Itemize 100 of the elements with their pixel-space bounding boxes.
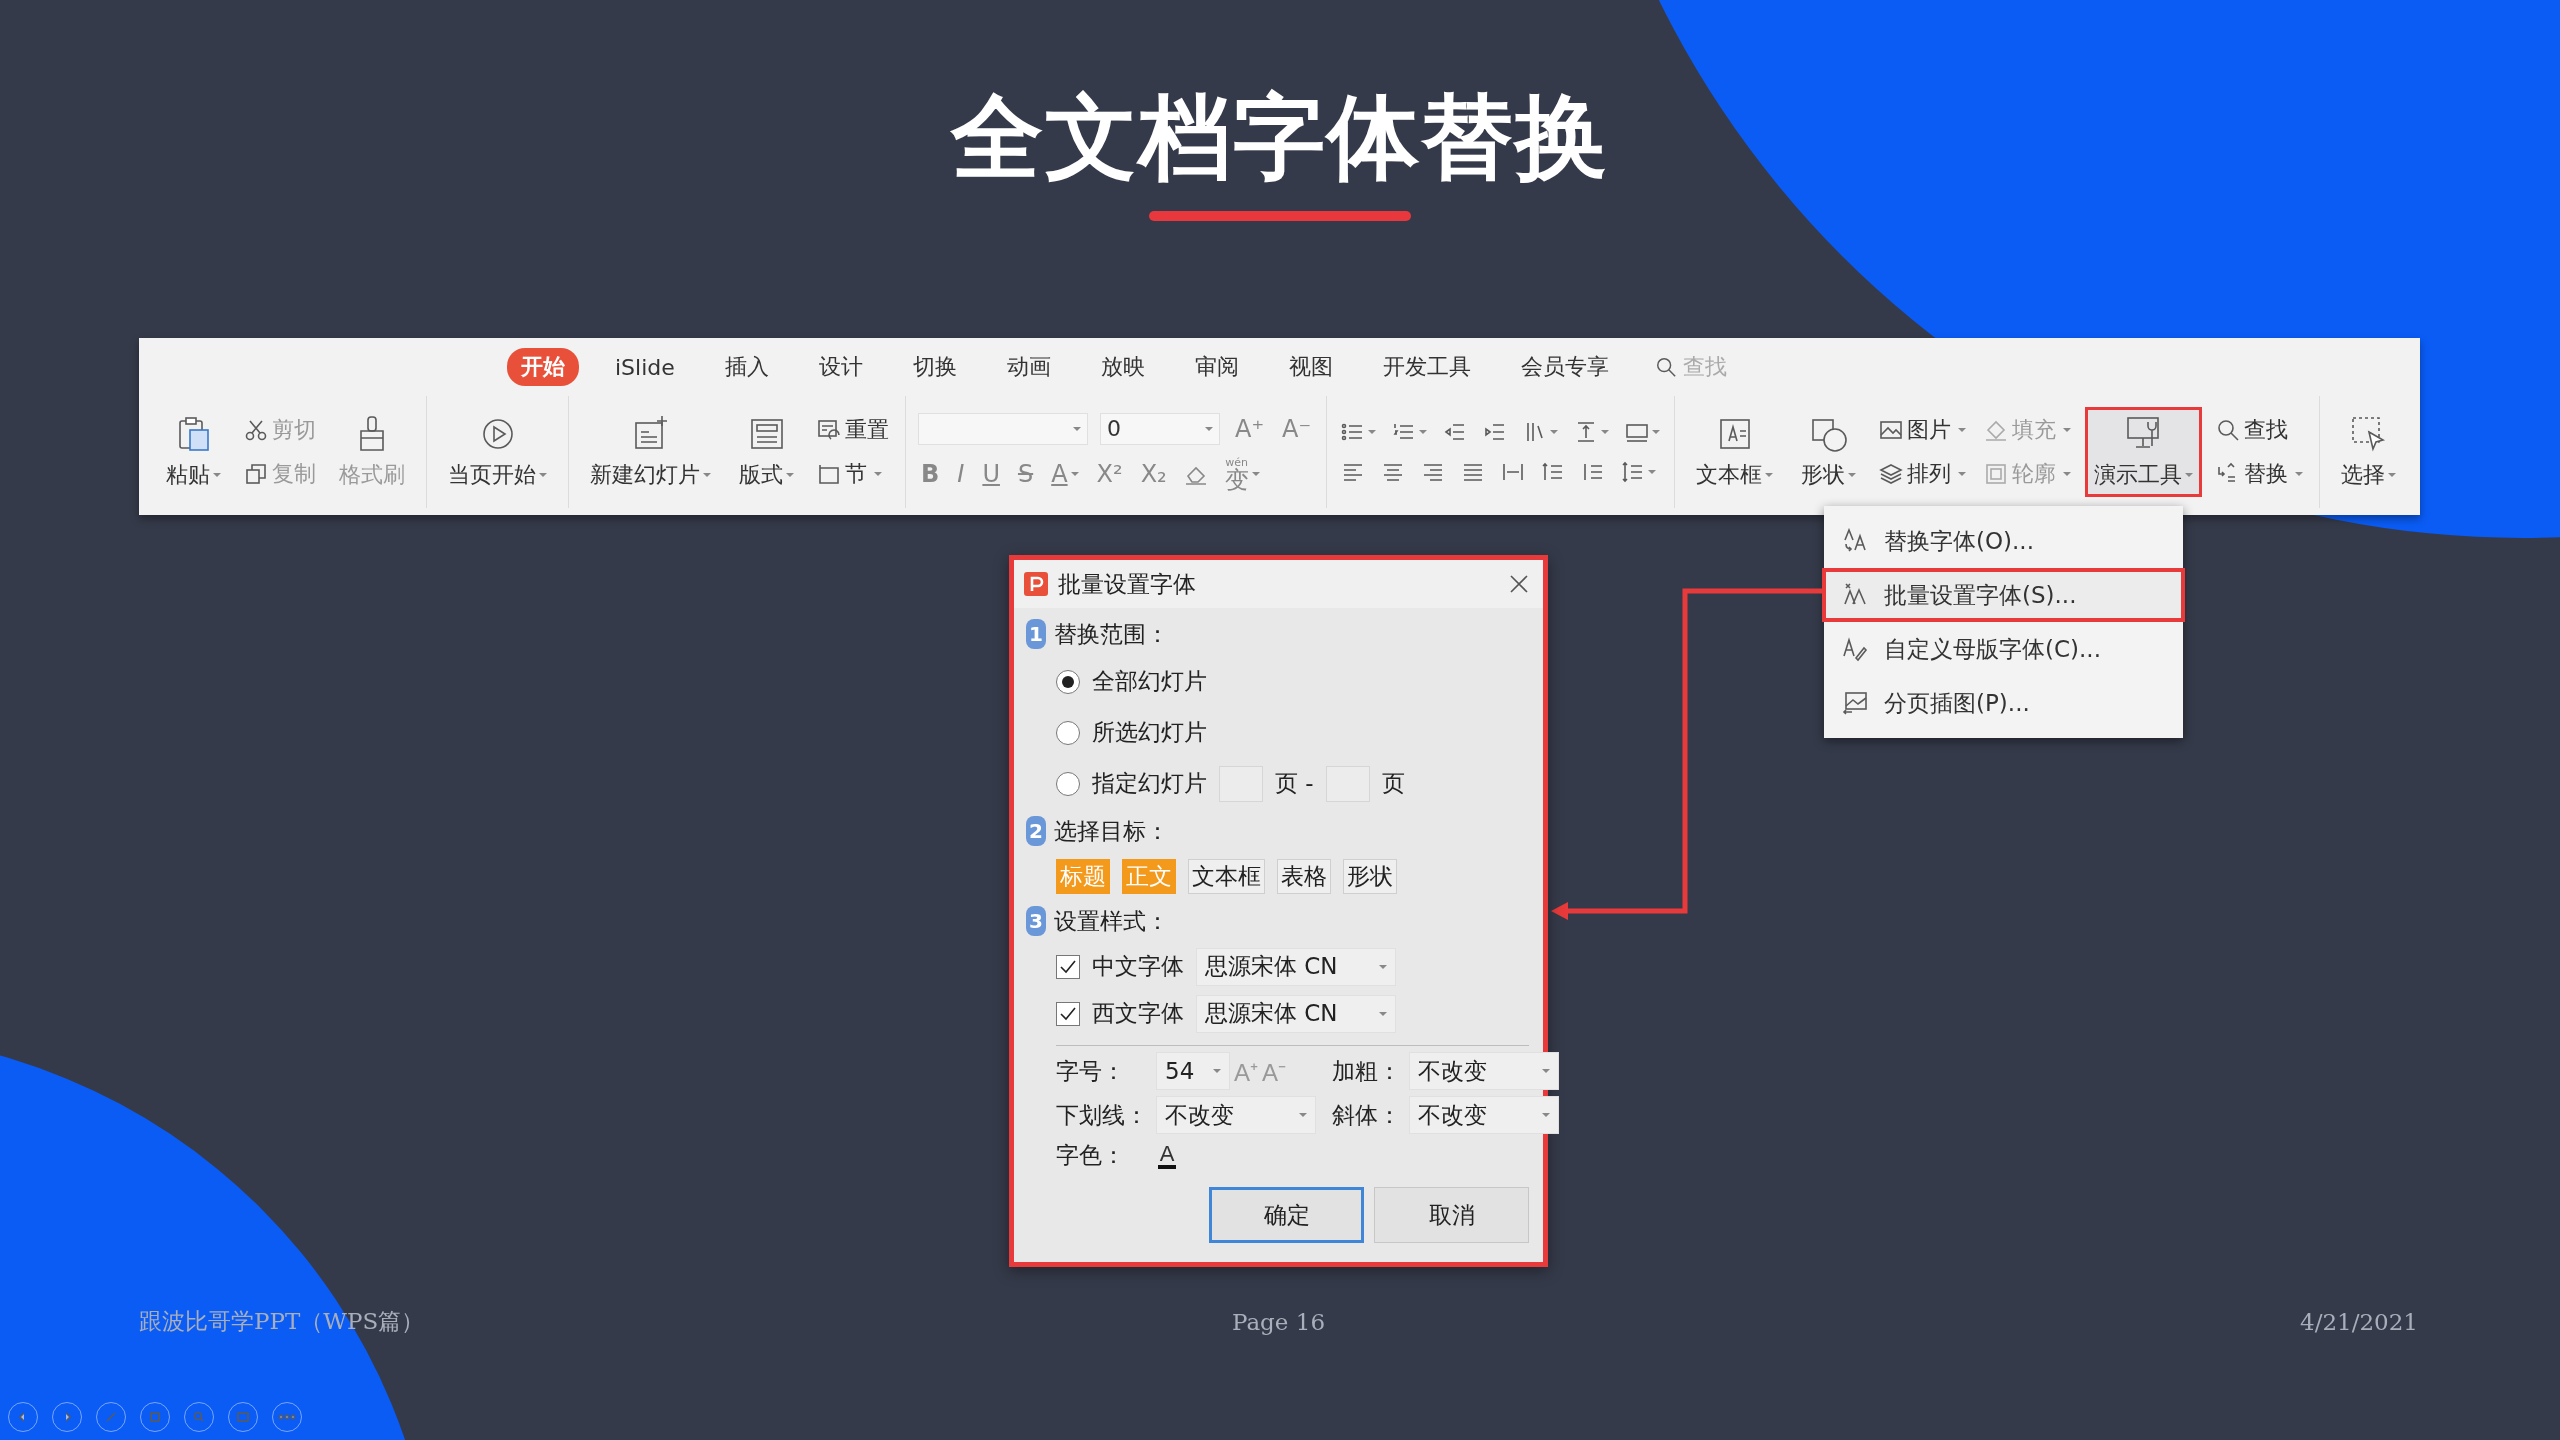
target-toggle[interactable]: 形状 [1343,858,1397,894]
font-pen-icon [1842,636,1868,662]
caret-icon [1299,1112,1307,1118]
paint-bucket-icon [1984,418,2009,442]
font-color-button[interactable]: A [1156,1142,1178,1169]
section-label: 设置样式： [1054,906,1169,936]
toolbar-button[interactable]: 演示工具 [2085,407,2203,497]
toolbar-button[interactable]: 形状 [1792,407,1866,497]
cancel-button[interactable]: 取消 [1374,1187,1529,1243]
ribbon-tab[interactable]: 开发工具 [1368,348,1485,386]
ribbon-tab[interactable]: 视图 [1274,348,1347,386]
caret-icon [1368,429,1377,435]
toolbar-button[interactable]: 新建幻灯片 [581,407,720,497]
menu-item[interactable]: 替换字体(O)... [1822,514,2185,568]
target-toggle[interactable]: 文本框 [1188,858,1265,894]
slides-icon [147,1409,163,1425]
ribbon-tab[interactable]: 放映 [1086,348,1159,386]
unit-label: 页 [1381,769,1405,798]
toolbar-button[interactable]: 图片 [1875,415,1971,445]
caret-icon [1213,1068,1221,1074]
picture-icon [1879,418,1904,442]
ribbon-tab[interactable]: 会员专享 [1506,348,1623,386]
scissors-icon [244,418,268,442]
screen-icon [235,1409,251,1425]
size-dropdown[interactable]: 54 [1156,1052,1230,1090]
toolbar-button[interactable]: 当页开始 [439,407,556,497]
caret-icon [1073,425,1081,432]
toolbar-button[interactable]: 替换 [2212,459,2308,489]
app-icon [1024,572,1048,596]
close-icon [1509,574,1529,594]
toolbar-button[interactable]: 选择 [2332,407,2406,497]
caret-icon [539,472,547,478]
menu-item[interactable]: 批量设置字体(S)... [1822,568,2185,622]
radio-label: 所选幻灯片 [1092,718,1207,747]
radio-label: 全部幻灯片 [1092,667,1207,696]
toolbar-button[interactable]: 版式 [730,407,803,497]
font-dropdown[interactable]: 思源宋体 CN [1196,994,1396,1033]
search-icon [1654,356,1677,378]
caret-icon [1958,427,1967,433]
radio-button[interactable] [1056,771,1080,796]
section-icon [817,462,841,486]
caret-icon [1542,1068,1550,1074]
style-dropdown[interactable]: 不改变 [1156,1096,1316,1134]
caret-icon [1550,429,1559,435]
caret-icon [1648,469,1657,475]
caret-icon [213,472,221,478]
toolbar-button[interactable]: 文本框 [1687,407,1783,497]
field-label: 字色： [1056,1141,1126,1170]
slide-date: 4/21/2021 [2300,1308,2418,1335]
ribbon-tab[interactable]: 设计 [804,348,877,386]
paragraph-button[interactable] [1619,460,1659,484]
caret-icon [1379,1010,1387,1017]
toolbar-button[interactable]: 排列 [1875,459,1971,489]
font-size-field[interactable]: 0 [1100,412,1220,445]
caret-icon [1542,1112,1550,1118]
caret-icon [874,471,882,477]
radio-button[interactable] [1056,669,1080,694]
caret-icon [1958,471,1967,477]
target-toggle[interactable]: 表格 [1277,858,1331,894]
caret-icon [1379,963,1387,970]
page-number: Page 16 [1231,1308,1326,1335]
copy-icon [244,462,268,486]
ribbon-tab[interactable]: 切换 [898,348,971,386]
ribbon-tab[interactable]: 动画 [992,348,1065,386]
style-dropdown[interactable]: 不改变 [1409,1052,1559,1090]
caret-icon [2063,471,2072,477]
outline-icon [1984,462,2009,486]
ribbon-tab[interactable]: 插入 [710,348,783,386]
caret-icon [2185,472,2194,478]
checkbox-label: 西文字体 [1092,999,1184,1028]
ok-button[interactable]: 确定 [1209,1187,1364,1243]
menu-item[interactable]: 分页插图(P)... [1822,676,2185,730]
field-label: 字号： [1056,1056,1126,1086]
caret-icon [2388,472,2397,478]
ribbon-tab[interactable]: 审阅 [1180,348,1253,386]
caret-icon [1848,472,1857,478]
toolbar-button[interactable]: 粘贴 [157,407,230,497]
field-label: 斜体： [1332,1100,1401,1130]
section-label: 选择目标： [1054,816,1169,846]
step-number: 1 [1026,619,1046,649]
dialog-title: 批量设置字体 [1058,569,1197,599]
toolbar-button[interactable]: 重置 [813,415,893,445]
radio-button[interactable] [1056,720,1080,745]
reset-icon [817,418,841,442]
checkbox[interactable] [1056,1001,1080,1026]
font-dropdown[interactable]: 思源宋体 CN [1196,947,1396,986]
caret-icon [786,472,794,478]
footer-text: 跟波比哥学PPT（WPS篇） [139,1307,426,1336]
checkbox[interactable] [1056,954,1080,979]
toolbar-button[interactable]: 查找 [2212,415,2308,445]
ribbon-tab[interactable]: 开始 [507,348,579,386]
caret-icon [1765,472,1774,478]
style-dropdown[interactable]: 不改变 [1409,1096,1559,1134]
menu-item[interactable]: 自定义母版字体(C)... [1822,622,2185,676]
ribbon-tab[interactable]: iSlide [601,350,689,384]
font-swap-icon [1842,528,1868,554]
font-name-field[interactable] [918,412,1088,445]
caret-icon [1419,429,1428,435]
toolbar-button[interactable]: 节 [813,459,893,489]
checkbox-label: 中文字体 [1092,952,1184,981]
